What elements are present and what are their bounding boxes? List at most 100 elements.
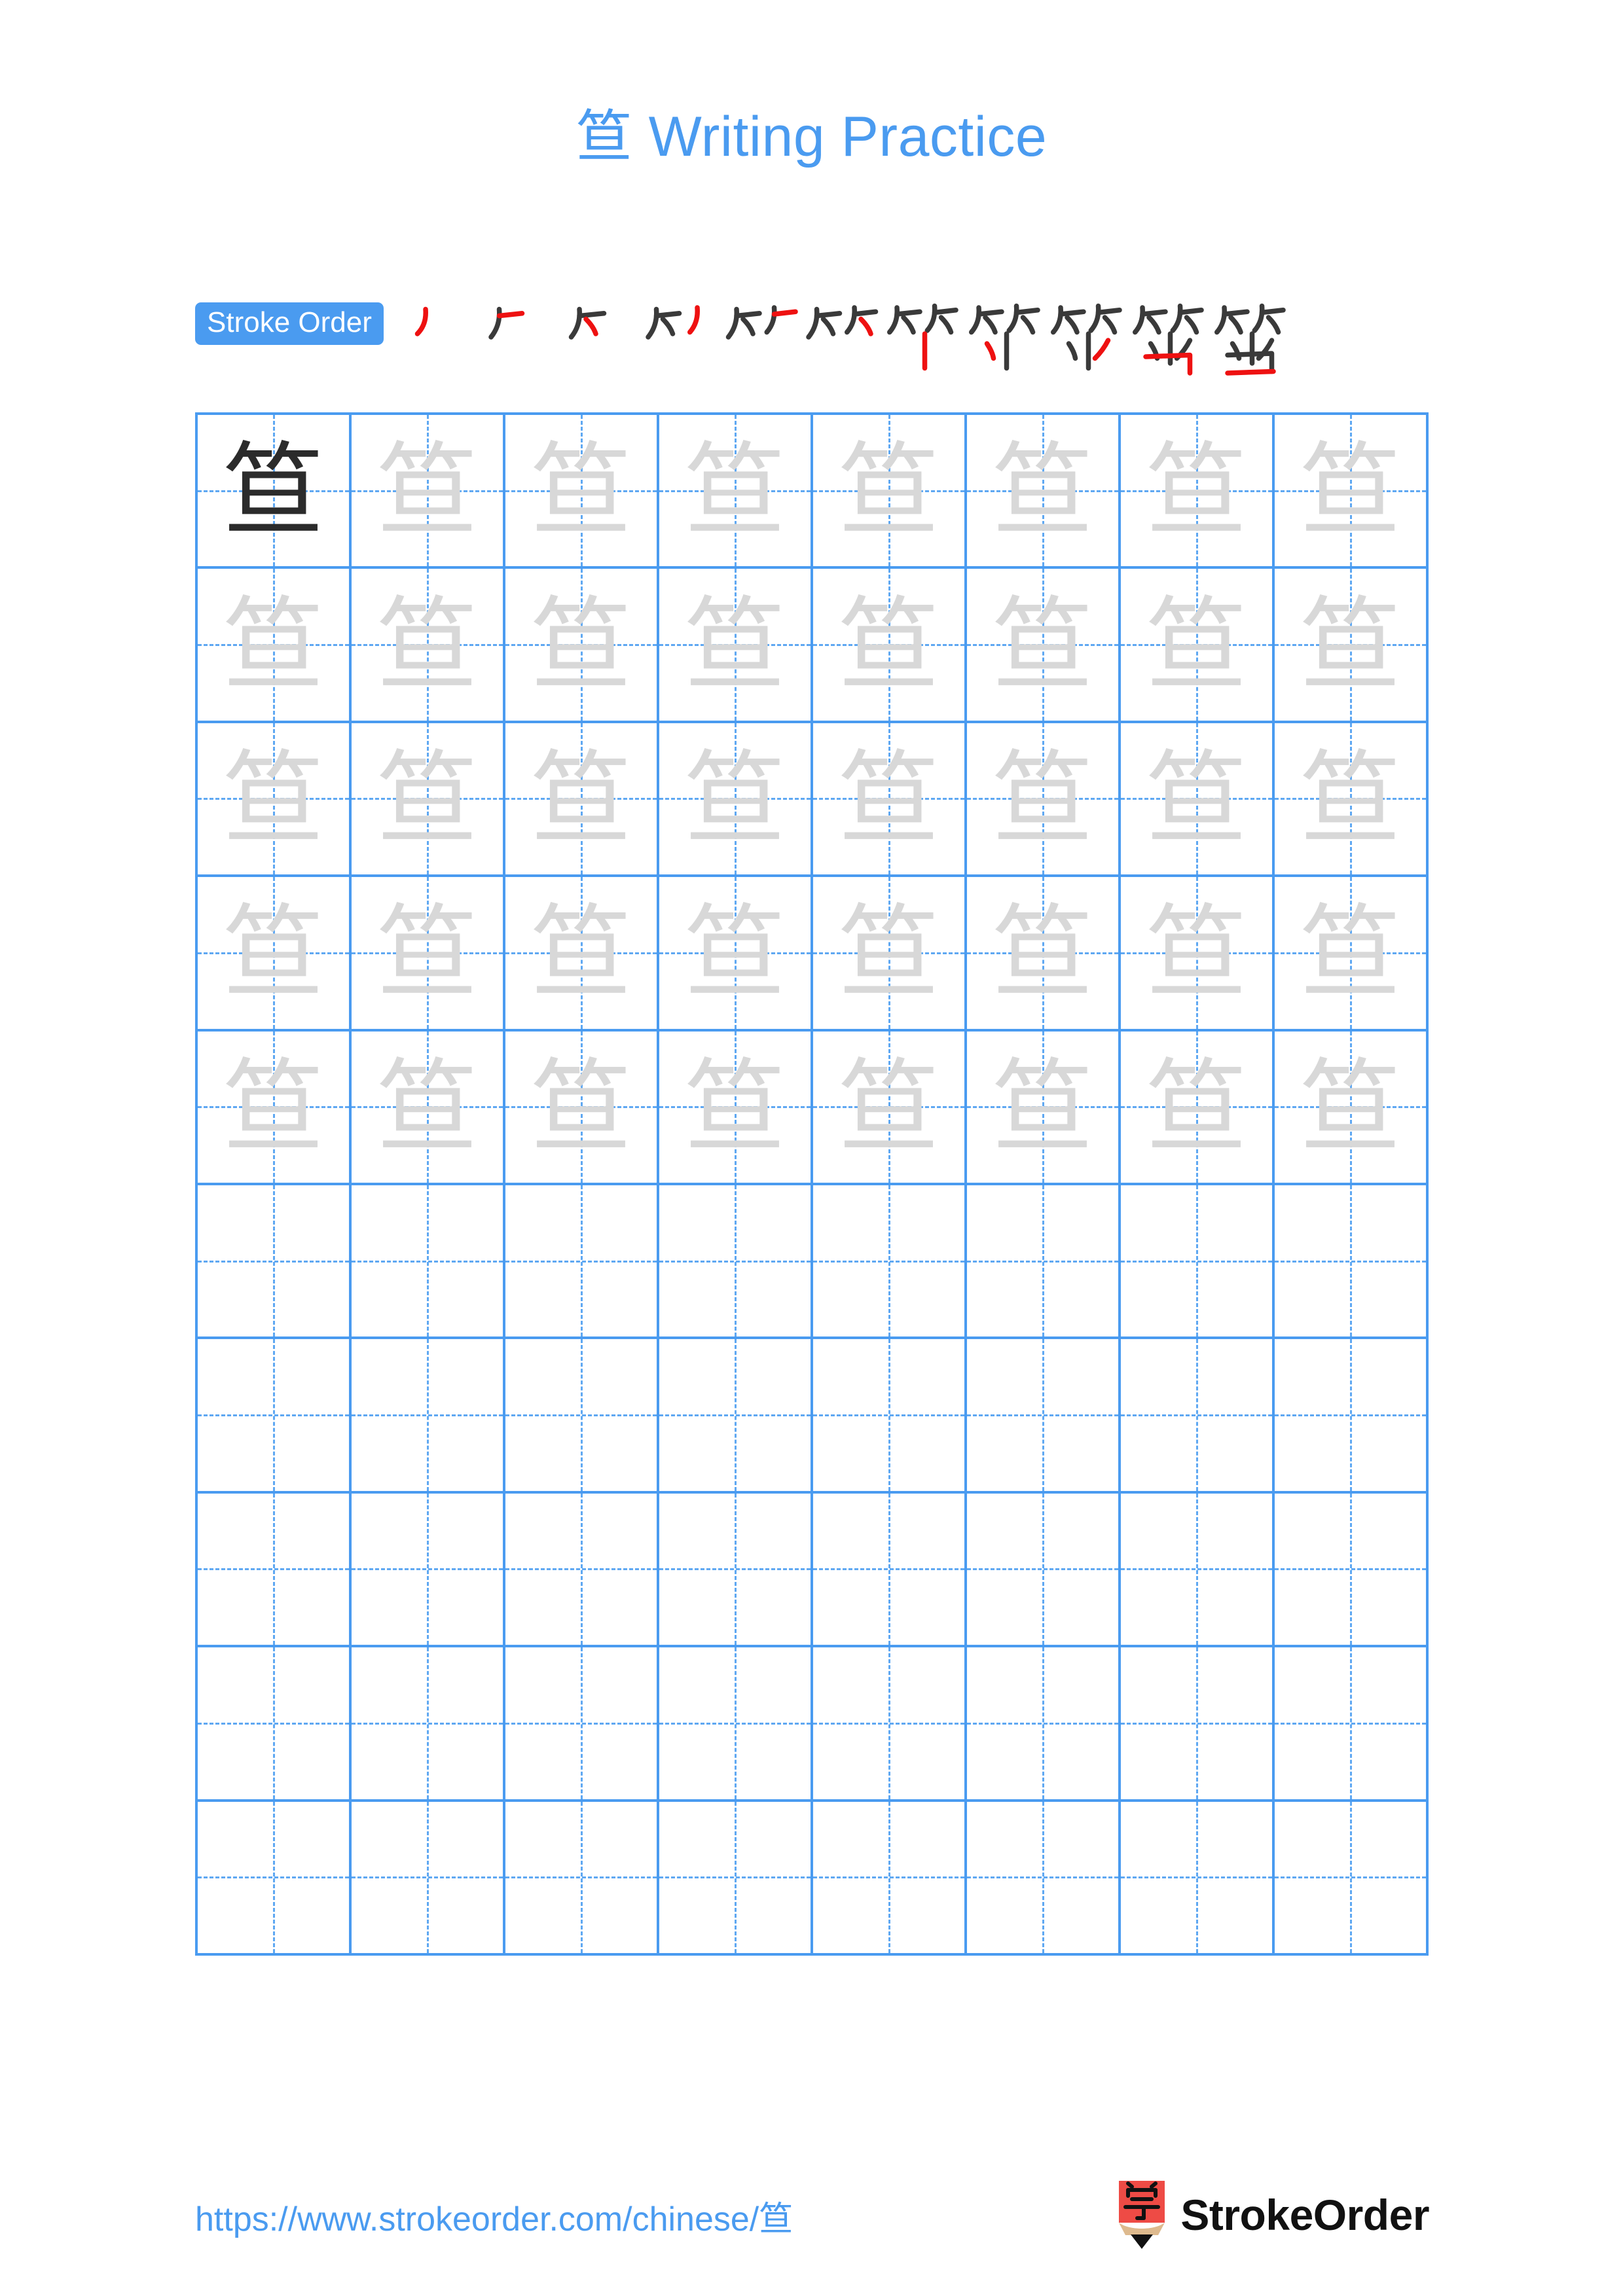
practice-cell[interactable]: 笪: [813, 1031, 967, 1185]
practice-cell[interactable]: [813, 1185, 967, 1340]
practice-cell[interactable]: [659, 1339, 813, 1494]
practice-cell[interactable]: 笪: [198, 569, 352, 723]
practice-cell[interactable]: 笪: [198, 877, 352, 1031]
stroke-step-7-glyph: [886, 303, 958, 371]
stroke-step-9-glyph: [1050, 303, 1122, 371]
stroke-step-5: [720, 298, 802, 380]
practice-cell[interactable]: 笪: [967, 723, 1121, 878]
practice-cell[interactable]: 笪: [1121, 877, 1275, 1031]
practice-cell[interactable]: [659, 1647, 813, 1802]
practice-char-trace: 笪: [223, 739, 324, 858]
practice-char-trace: 笪: [1300, 585, 1401, 704]
practice-cell[interactable]: 笪: [352, 1031, 505, 1185]
brand-logo[interactable]: StrokeOrder: [1118, 2181, 1429, 2249]
practice-cell[interactable]: [1121, 1339, 1275, 1494]
practice-cell[interactable]: [659, 1185, 813, 1340]
practice-cell[interactable]: 笪: [505, 1031, 659, 1185]
practice-cell[interactable]: [1275, 1801, 1429, 1956]
practice-cell[interactable]: [1121, 1647, 1275, 1802]
practice-cell[interactable]: 笪: [352, 877, 505, 1031]
practice-cell[interactable]: 笪: [198, 1031, 352, 1185]
practice-cell[interactable]: [1275, 1339, 1429, 1494]
practice-cell[interactable]: 笪: [813, 569, 967, 723]
practice-cell[interactable]: [198, 1647, 352, 1802]
practice-cell[interactable]: [198, 1185, 352, 1340]
practice-cell[interactable]: [659, 1493, 813, 1648]
practice-cell[interactable]: [967, 1493, 1121, 1648]
footer-url-link[interactable]: https://www.strokeorder.com/chinese/笪: [195, 2191, 793, 2240]
practice-cell[interactable]: [1121, 1801, 1275, 1956]
practice-cell[interactable]: [198, 1339, 352, 1494]
stroke-step-10: [1129, 298, 1211, 380]
practice-cell[interactable]: 笪: [505, 569, 659, 723]
practice-cell[interactable]: 笪: [813, 415, 967, 569]
practice-cell[interactable]: [1121, 1493, 1275, 1648]
practice-char-model: 笪: [223, 431, 324, 550]
practice-cell[interactable]: 笪: [1121, 569, 1275, 723]
practice-cell[interactable]: [505, 1339, 659, 1494]
stroke-step-list: [393, 298, 1432, 380]
practice-cell[interactable]: [967, 1647, 1121, 1802]
practice-cell[interactable]: [1275, 1185, 1429, 1340]
practice-cell[interactable]: 笪: [198, 415, 352, 569]
practice-cell[interactable]: [1275, 1647, 1429, 1802]
practice-cell[interactable]: [352, 1493, 505, 1648]
practice-cell[interactable]: [352, 1339, 505, 1494]
practice-cell[interactable]: 笪: [505, 723, 659, 878]
practice-char-trace: 笪: [1300, 893, 1401, 1013]
practice-cell[interactable]: 笪: [967, 877, 1121, 1031]
practice-char-trace: 笪: [530, 1047, 632, 1166]
practice-cell[interactable]: 笪: [967, 415, 1121, 569]
practice-char-trace: 笪: [530, 585, 632, 704]
practice-cell[interactable]: 笪: [352, 415, 505, 569]
practice-cell[interactable]: 笪: [659, 723, 813, 878]
practice-cell[interactable]: 笪: [505, 877, 659, 1031]
stroke-step-8-glyph: [968, 303, 1040, 371]
practice-cell[interactable]: 笪: [198, 723, 352, 878]
practice-cell[interactable]: 笪: [967, 1031, 1121, 1185]
practice-cell[interactable]: [967, 1339, 1121, 1494]
practice-cell[interactable]: [198, 1801, 352, 1956]
practice-cell[interactable]: [352, 1647, 505, 1802]
practice-cell[interactable]: 笪: [1275, 1031, 1429, 1185]
practice-cell[interactable]: [813, 1801, 967, 1956]
practice-cell[interactable]: [1121, 1185, 1275, 1340]
practice-cell[interactable]: 笪: [967, 569, 1121, 723]
practice-cell[interactable]: 笪: [1275, 569, 1429, 723]
page-title: 笪 Writing Practice: [0, 105, 1623, 170]
practice-cell[interactable]: [198, 1493, 352, 1648]
practice-cell[interactable]: [967, 1185, 1121, 1340]
practice-cell[interactable]: 笪: [813, 723, 967, 878]
practice-char-trace: 笪: [1300, 739, 1401, 858]
practice-cell[interactable]: 笪: [659, 1031, 813, 1185]
practice-cell[interactable]: [813, 1647, 967, 1802]
practice-cell[interactable]: 笪: [505, 415, 659, 569]
practice-cell[interactable]: 笪: [352, 569, 505, 723]
practice-cell[interactable]: [1275, 1493, 1429, 1648]
practice-cell[interactable]: 笪: [1121, 415, 1275, 569]
practice-cell[interactable]: [813, 1339, 967, 1494]
practice-char-trace: 笪: [684, 739, 786, 858]
practice-cell[interactable]: [505, 1185, 659, 1340]
practice-cell[interactable]: 笪: [1121, 723, 1275, 878]
practice-cell[interactable]: [813, 1493, 967, 1648]
practice-cell[interactable]: [505, 1801, 659, 1956]
practice-cell[interactable]: 笪: [1275, 877, 1429, 1031]
practice-cell[interactable]: 笪: [813, 877, 967, 1031]
practice-cell[interactable]: [967, 1801, 1121, 1956]
practice-cell[interactable]: 笪: [352, 723, 505, 878]
practice-char-trace: 笪: [530, 893, 632, 1013]
practice-char-trace: 笪: [376, 739, 478, 858]
practice-cell[interactable]: [352, 1185, 505, 1340]
practice-cell[interactable]: 笪: [1121, 1031, 1275, 1185]
practice-cell[interactable]: [505, 1493, 659, 1648]
practice-cell[interactable]: 笪: [659, 415, 813, 569]
practice-cell[interactable]: [352, 1801, 505, 1956]
practice-cell[interactable]: 笪: [659, 877, 813, 1031]
practice-cell[interactable]: 笪: [659, 569, 813, 723]
practice-cell[interactable]: [659, 1801, 813, 1956]
practice-cell[interactable]: 笪: [1275, 723, 1429, 878]
practice-cell[interactable]: 笪: [1275, 415, 1429, 569]
practice-cell[interactable]: [505, 1647, 659, 1802]
stroke-step-1: [393, 298, 475, 380]
